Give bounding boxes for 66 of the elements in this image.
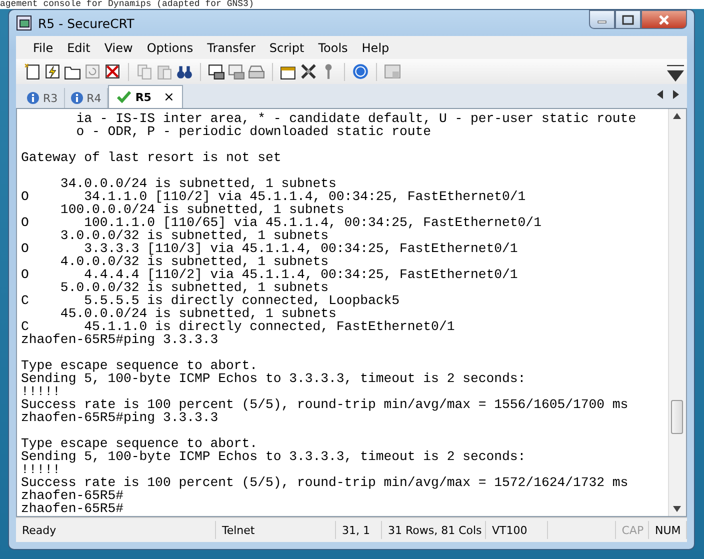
scroll-up-icon[interactable] — [673, 113, 681, 119]
terminal-line: Success rate is 100 percent (5/5), round-trip min/avg/max = 1572/1624/1732 ms — [21, 476, 630, 489]
terminal-line: Gateway of last resort is not set — [21, 151, 282, 164]
status-field: Telnet — [216, 521, 336, 539]
menu-item[interactable]: File — [26, 38, 60, 56]
document-icon[interactable] — [24, 63, 41, 80]
terminal-line: C 5.5.5.5 is directly connected, Loopback5 — [21, 294, 401, 307]
app-icon — [16, 15, 32, 31]
terminal-line: Sending 5, 100-byte ICMP Echos to 3.3.3.3, timeout is 2 seconds: — [21, 450, 527, 463]
scrollbar-thumb[interactable] — [671, 400, 683, 434]
terminal-line: 34.0.0.0/24 is subnetted, 1 subnets — [59, 177, 338, 190]
terminal-line: O 3.3.3.3 [110/3] via 45.1.1.4, 00:34:25, FastEthernet0/1 — [21, 242, 519, 255]
close-icon — [658, 14, 670, 24]
terminal-line: zhaofen-65R5# — [21, 489, 125, 502]
terminal-line: Type escape sequence to abort. — [21, 359, 259, 372]
terminal-line: O 34.1.1.0 [110/2] via 45.1.1.4, 00:34:25, FastEthernet0/1 — [21, 190, 527, 203]
terminal-line: o - ODR, P - periodic downloaded static route — [75, 125, 432, 138]
terminal-line: 4.0.0.0/32 is subnetted, 1 subnets — [59, 255, 329, 268]
terminal-line: zhaofen-65R5#ping 3.3.3.3 — [21, 411, 218, 424]
terminal-line: C 45.1.1.0 is directly connected, FastEthernet0/1 — [21, 320, 456, 333]
status-field: NUM — [649, 521, 687, 539]
cross-icon[interactable] — [104, 63, 121, 80]
info-icon — [27, 92, 39, 104]
status-field: 31 Rows, 81 Cols — [382, 521, 486, 539]
menu-item[interactable]: View — [97, 38, 140, 56]
scroll-down-icon[interactable] — [673, 506, 681, 512]
terminal-line: zhaofen-65R5#ping 3.3.3.3 — [21, 333, 218, 346]
check-icon — [117, 91, 132, 103]
status-field: CAP — [616, 521, 649, 539]
menu-item[interactable]: Transfer — [200, 38, 262, 56]
terminal-line: 3.0.0.0/32 is subnetted, 1 subnets — [59, 229, 329, 242]
window-title: R5 - SecureCRT — [38, 16, 134, 30]
menu-item[interactable]: Options — [140, 38, 200, 56]
scroll-right-icon[interactable] — [673, 90, 679, 99]
terminal-line: ia - IS-IS inter area, * - candidate default, U - per-user static route — [75, 112, 638, 125]
tab-close-button[interactable]: × — [163, 90, 174, 104]
terminal-line: !!!!! — [21, 385, 60, 398]
close-button[interactable] — [641, 10, 687, 29]
terminal-line: !!!!! — [21, 463, 60, 476]
menu-item[interactable]: Edit — [60, 38, 98, 56]
terminal-line: zhaofen-65R5# — [21, 502, 125, 515]
minimize-button[interactable] — [589, 10, 615, 29]
tools-icon[interactable] — [300, 63, 317, 80]
maximize-icon — [622, 14, 634, 24]
session-tab[interactable]: R5 × — [108, 85, 184, 108]
menu-item[interactable]: Help — [354, 38, 396, 56]
scroll-left-icon[interactable] — [657, 90, 663, 99]
lightning-icon[interactable] — [44, 63, 61, 80]
menu-item[interactable]: Script — [262, 38, 312, 56]
status-field: Ready — [16, 521, 216, 539]
terminal-line: 45.0.0.0/24 is subnetted, 1 subnets — [59, 307, 336, 320]
terminal-line: Type escape sequence to abort. — [21, 437, 259, 450]
terminal-line: Success rate is 100 percent (5/5), round-trip min/avg/max = 1556/1605/1700 ms — [21, 398, 630, 411]
binoculars-icon[interactable] — [176, 63, 193, 80]
terminal-line: O 4.4.4.4 [110/2] via 45.1.1.4, 00:34:25, FastEthernet0/1 — [21, 268, 519, 281]
terminal-line: Sending 5, 100-byte ICMP Echos to 3.3.3.3, timeout is 2 seconds: — [21, 372, 527, 385]
scrollbar[interactable] — [668, 109, 686, 516]
menu-item[interactable]: Tools — [311, 38, 355, 56]
overflow-chevron-icon[interactable] — [667, 65, 684, 82]
status-field: VT100 — [486, 521, 548, 539]
terminal-line: 100.0.0.0/24 is subnetted, 1 subnets — [59, 203, 344, 216]
info-icon — [70, 92, 83, 104]
terminal-line: O 100.1.1.0 [110/65] via 45.1.1.4, 00:34:25, FastEthernet0/1 — [21, 216, 542, 229]
terminal-line: 5.0.0.0/32 is subnetted, 1 subnets — [59, 281, 329, 294]
status-field: 31, 1 — [336, 521, 382, 539]
maximize-button[interactable] — [615, 10, 641, 29]
